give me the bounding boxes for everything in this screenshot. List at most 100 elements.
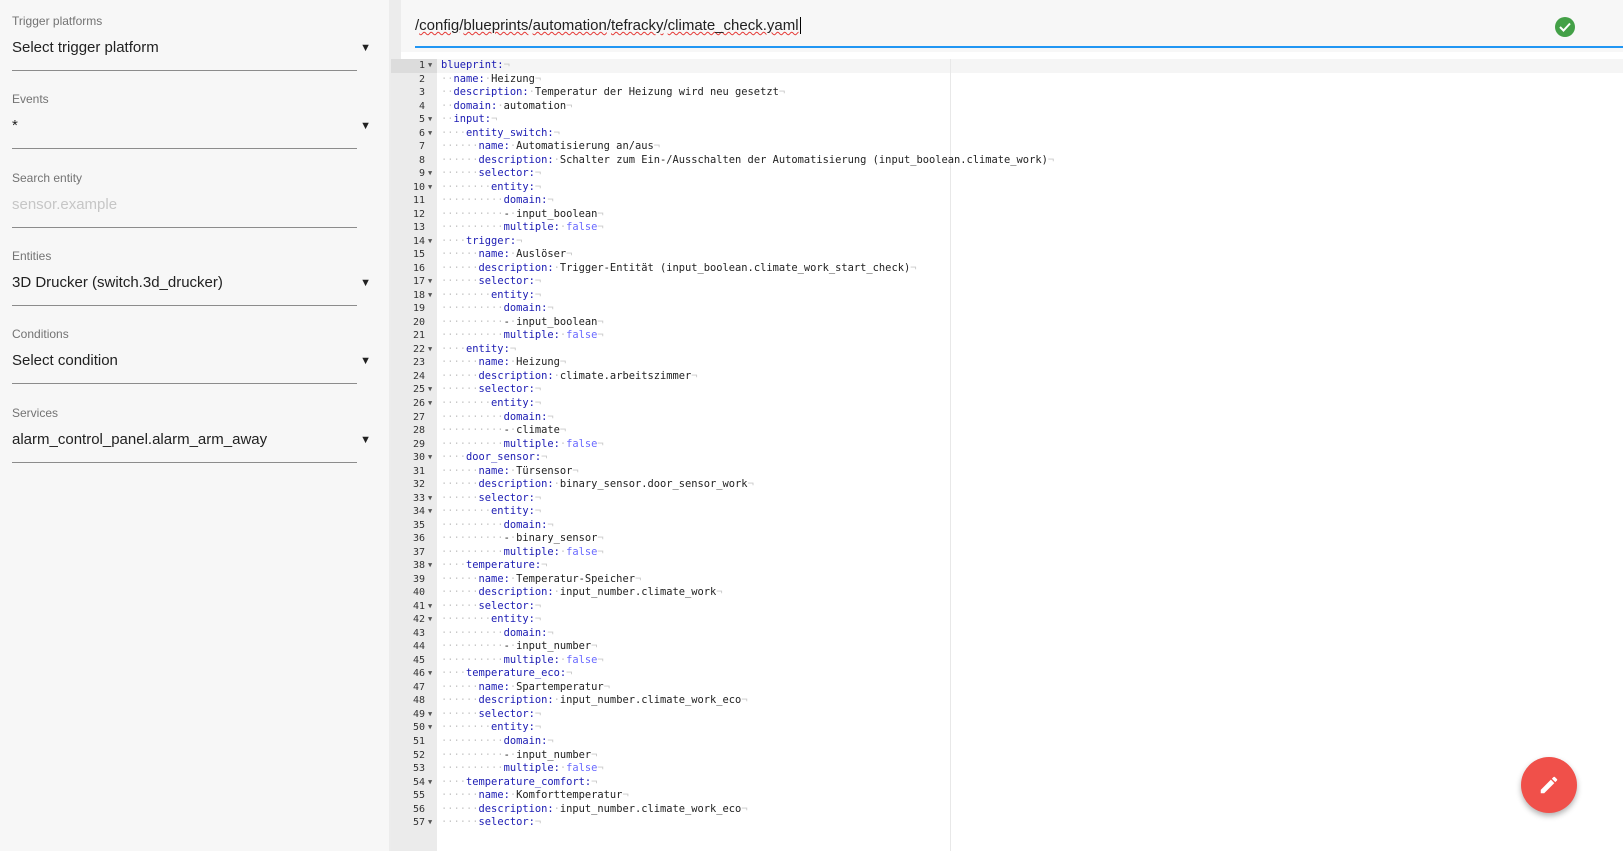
fold-toggle-icon[interactable]: ▼ — [428, 492, 432, 506]
yaml-key: name: — [478, 356, 510, 369]
dropdown-arrow-icon[interactable]: ▼ — [360, 42, 371, 54]
code-line: 53 ··········multiple:·false¬ — [391, 762, 1623, 776]
end-of-line-marker: ¬ — [534, 180, 542, 193]
indent-guide: ········ — [441, 397, 492, 409]
yaml-key: entity: — [491, 721, 535, 734]
fold-toggle-icon[interactable]: ▼ — [428, 383, 432, 397]
search-entity-field[interactable]: Search entity sensor.example — [12, 157, 357, 235]
line-number: 30 — [412, 452, 425, 464]
trigger-platforms-value[interactable]: Select trigger platform — [12, 39, 342, 56]
code-editor[interactable]: 1 ▼ blueprint:¬ 2 ··name:·Heizung¬ 3 ··descrip… — [391, 59, 1623, 851]
end-of-line-marker: ¬ — [597, 762, 604, 775]
code-content: ······selector:¬ — [441, 600, 541, 614]
code-line: 4 ··domain:·automation¬ — [391, 100, 1623, 114]
fold-toggle-icon[interactable]: ▼ — [428, 816, 432, 830]
fold-toggle-icon[interactable]: ▼ — [428, 559, 432, 573]
conditions-value[interactable]: Select condition — [12, 352, 342, 369]
code-content: ··········-·climate¬ — [441, 424, 566, 438]
yaml-value: Temperatur der Heizung wird neu gesetzt — [534, 86, 779, 99]
entities-field[interactable]: Entities 3D Drucker (switch.3d_drucker) ▼ — [12, 235, 371, 313]
fold-toggle-icon[interactable]: ▼ — [428, 113, 432, 127]
indent-guide: ······ — [441, 140, 479, 153]
fold-toggle-icon[interactable]: ▼ — [428, 397, 432, 411]
sidebar: Trigger platforms Select trigger platform… — [0, 0, 389, 851]
end-of-line-marker: ¬ — [691, 369, 698, 382]
services-field[interactable]: Services alarm_control_panel.alarm_arm_aw… — [12, 392, 371, 470]
code-line: 17 ▼ ······selector:¬ — [391, 275, 1623, 289]
code-line: 35 ··········domain:¬ — [391, 519, 1623, 533]
indent-guide: ···· — [441, 234, 467, 247]
events-field[interactable]: Events * ▼ — [12, 78, 371, 156]
indent-guide: ······ — [441, 491, 479, 504]
fold-toggle-icon[interactable]: ▼ — [428, 289, 432, 303]
fold-toggle-icon[interactable]: ▼ — [428, 600, 432, 614]
end-of-line-marker: ¬ — [597, 437, 604, 450]
code-line: 25 ▼ ······selector:¬ — [391, 383, 1623, 397]
code-line: 52 ··········-·input_number¬ — [391, 749, 1623, 763]
code-line: 41 ▼ ······selector:¬ — [391, 600, 1623, 614]
end-of-line-marker: ¬ — [547, 410, 554, 423]
conditions-field[interactable]: Conditions Select condition ▼ — [12, 313, 371, 391]
code-content: ······selector:¬ — [441, 275, 541, 289]
dropdown-arrow-icon[interactable]: ▼ — [360, 120, 371, 132]
fold-toggle-icon[interactable]: ▼ — [428, 275, 432, 289]
code-content: ··········domain:¬ — [441, 411, 554, 425]
dropdown-arrow-icon[interactable]: ▼ — [360, 434, 371, 446]
end-of-line-marker: ¬ — [597, 545, 604, 558]
code-line: 22 ▼ ····entity:¬ — [391, 343, 1623, 357]
indent-guide: ········ — [441, 613, 492, 626]
fold-toggle-icon[interactable]: ▼ — [428, 181, 432, 195]
fold-toggle-icon[interactable]: ▼ — [428, 451, 432, 465]
fold-toggle-icon[interactable]: ▼ — [428, 708, 432, 722]
code-content: ··········-·input_boolean¬ — [441, 208, 604, 222]
end-of-line-marker: ¬ — [591, 748, 598, 761]
fold-toggle-icon[interactable]: ▼ — [428, 59, 432, 73]
fold-toggle-icon[interactable]: ▼ — [428, 667, 432, 681]
edit-fab-button[interactable] — [1521, 757, 1577, 813]
line-number: 39 — [412, 573, 425, 585]
fold-toggle-icon[interactable]: ▼ — [428, 505, 432, 519]
file-path-bar: /config/blueprints/automation/tefracky/c… — [401, 0, 1623, 52]
indent-guide: ·········· — [441, 437, 504, 450]
code-line: 48 ······description:·input_number.climat… — [391, 694, 1623, 708]
line-number: 24 — [412, 370, 425, 382]
code-content: ··········domain:¬ — [441, 519, 554, 533]
file-path-input[interactable]: /config/blueprints/automation/tefracky/c… — [415, 17, 801, 34]
line-number: 34 — [412, 506, 425, 518]
yaml-value: Heizung — [516, 356, 560, 369]
end-of-line-marker: ¬ — [547, 302, 554, 315]
indent-guide: ·········· — [441, 315, 504, 328]
yaml-key: description: — [478, 586, 554, 599]
line-number: 21 — [412, 330, 425, 342]
fold-toggle-icon[interactable]: ▼ — [428, 721, 432, 735]
yaml-value: climate.arbeitszimmer — [559, 369, 692, 382]
code-line: 57 ▼ ······selector:¬ — [391, 816, 1623, 830]
services-value[interactable]: alarm_control_panel.alarm_arm_away — [12, 431, 342, 448]
yaml-key: temperature: — [466, 559, 542, 572]
fold-toggle-icon[interactable]: ▼ — [428, 127, 432, 141]
yaml-key: name: — [478, 572, 510, 585]
end-of-line-marker: ¬ — [534, 613, 542, 626]
code-line: 27 ··········domain:¬ — [391, 411, 1623, 425]
fold-toggle-icon[interactable]: ▼ — [428, 343, 432, 357]
yaml-value: binary_sensor — [516, 532, 598, 545]
yaml-key: description: — [478, 694, 554, 707]
code-line: 20 ··········-·input_boolean¬ — [391, 316, 1623, 330]
entities-value[interactable]: 3D Drucker (switch.3d_drucker) — [12, 274, 342, 291]
fold-toggle-icon[interactable]: ▼ — [428, 235, 432, 249]
fold-toggle-icon[interactable]: ▼ — [428, 776, 432, 790]
line-number: 29 — [412, 438, 425, 450]
line-number: 2 — [418, 73, 425, 85]
fold-toggle-icon[interactable]: ▼ — [428, 167, 432, 181]
fold-toggle-icon[interactable]: ▼ — [428, 613, 432, 627]
dropdown-arrow-icon[interactable]: ▼ — [360, 355, 371, 367]
check-circle-icon — [1555, 17, 1575, 37]
yaml-value: false — [566, 762, 598, 775]
code-line: 14 ▼ ····trigger:¬ — [391, 235, 1623, 249]
dropdown-arrow-icon[interactable]: ▼ — [360, 277, 371, 289]
search-entity-input[interactable]: sensor.example — [12, 196, 342, 213]
events-value[interactable]: * — [12, 117, 342, 134]
end-of-line-marker: ¬ — [534, 505, 542, 518]
yaml-value: input_boolean — [516, 207, 598, 220]
trigger-platforms-field[interactable]: Trigger platforms Select trigger platform… — [12, 0, 371, 78]
